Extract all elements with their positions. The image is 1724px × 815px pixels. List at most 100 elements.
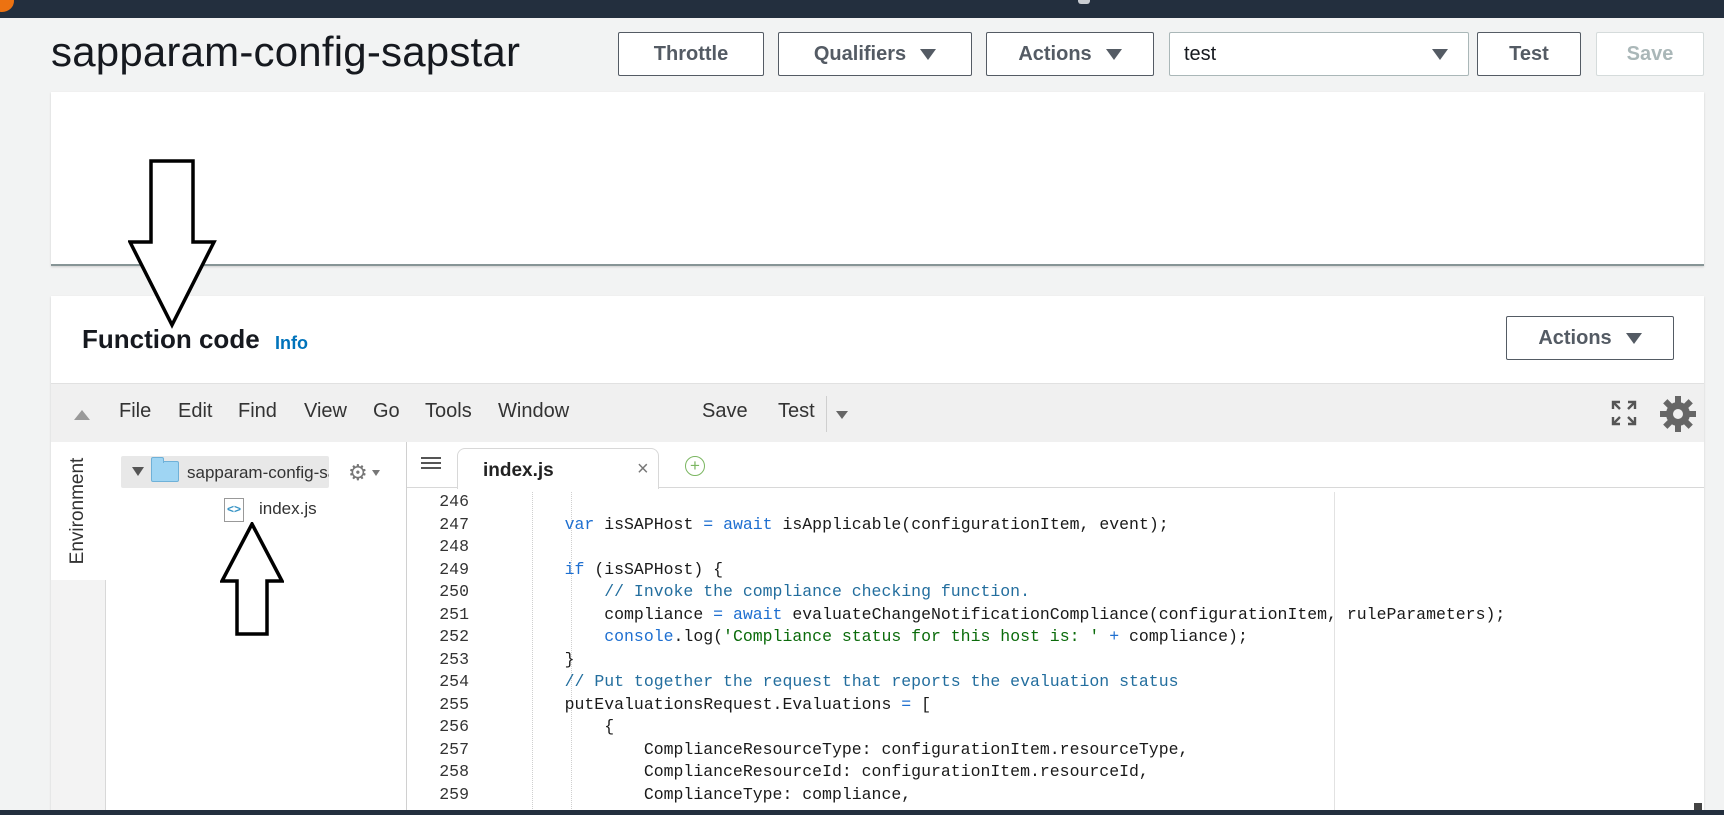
- collapse-up-icon[interactable]: [74, 410, 90, 420]
- code-text: console.log('Compliance status for this …: [604, 627, 1248, 646]
- code-text: ComplianceResourceType: configurationIte…: [525, 739, 1189, 759]
- environment-tab-label: Environment: [67, 457, 88, 565]
- code-line[interactable]: 259 ComplianceType: compliance,: [407, 785, 1697, 807]
- ide-menu-bar: File Edit Find View Go Tools Window Save…: [51, 383, 1704, 443]
- save-button[interactable]: Save: [1596, 32, 1704, 76]
- code-line[interactable]: 255 putEvaluationsRequest.Evaluations = …: [407, 695, 1697, 717]
- line-number: 247: [439, 514, 469, 534]
- menu-find[interactable]: Find: [238, 400, 277, 423]
- expand-caret-icon[interactable]: [132, 467, 144, 476]
- caret-down-icon: [1432, 49, 1448, 60]
- code-line[interactable]: 258 ComplianceResourceId: configurationI…: [407, 762, 1697, 784]
- folder-icon: [151, 457, 179, 482]
- code-line[interactable]: 251 compliance = await evaluateChangeNot…: [407, 605, 1697, 627]
- menu-view[interactable]: View: [304, 400, 347, 423]
- code-line[interactable]: 252 console.log('Compliance status for t…: [407, 627, 1697, 649]
- caret-down-icon: [1105, 48, 1122, 60]
- settings-gear-icon[interactable]: [1659, 395, 1697, 433]
- tab-index-js[interactable]: index.js ×: [457, 448, 659, 489]
- throttle-button[interactable]: Throttle: [618, 32, 764, 76]
- line-number: 252: [439, 627, 469, 646]
- test-event-select[interactable]: test: [1169, 32, 1469, 76]
- menu-window[interactable]: Window: [498, 400, 569, 423]
- environment-side-strip: Environment: [51, 442, 106, 815]
- line-number: 255: [439, 694, 469, 714]
- caret-down-icon: [1625, 332, 1642, 344]
- js-file-icon: <>: [224, 498, 244, 522]
- code-text: if (isSAPHost) {: [564, 559, 724, 579]
- annotation-arrow-up-icon: [220, 522, 284, 636]
- line-number: 256: [439, 717, 469, 736]
- line-number: 257: [439, 739, 469, 759]
- code-line[interactable]: 246: [407, 492, 1697, 514]
- line-number: 248: [439, 537, 469, 556]
- line-number: 249: [439, 559, 469, 579]
- line-number: 253: [439, 649, 469, 669]
- code-line[interactable]: 257 ComplianceResourceType: configuratio…: [407, 740, 1697, 762]
- function-code-actions-button[interactable]: Actions: [1506, 316, 1674, 360]
- code-area[interactable]: 246 247 var isSAPHost = await isApplicabl…: [407, 492, 1704, 815]
- close-icon[interactable]: ×: [637, 458, 649, 481]
- actions-dropdown-button[interactable]: Actions: [986, 32, 1154, 76]
- code-text: }: [525, 649, 575, 669]
- code-text: {: [525, 717, 615, 736]
- line-number: 259: [439, 784, 469, 804]
- line-number: 246: [439, 492, 469, 511]
- test-dropdown-caret-icon[interactable]: [836, 411, 848, 419]
- code-text: // Invoke the compliance checking functi…: [604, 582, 1030, 601]
- actions-label: Actions: [1018, 42, 1092, 65]
- tree-root-folder[interactable]: sapparam-config-sapstar: [121, 456, 329, 488]
- ide-test-button[interactable]: Test: [778, 400, 815, 423]
- code-line[interactable]: 250 // Invoke the compliance checking fu…: [407, 582, 1697, 604]
- throttle-button-label: Throttle: [653, 42, 729, 65]
- add-tab-icon[interactable]: +: [685, 456, 705, 476]
- annotation-arrow-down-icon: [128, 159, 217, 329]
- save-button-label: Save: [1626, 42, 1674, 65]
- code-editor[interactable]: index.js × + 246 247 var isSAPHost = awai…: [407, 442, 1704, 815]
- caret-down-icon: [920, 48, 937, 60]
- fullscreen-icon[interactable]: [1611, 400, 1637, 426]
- menu-tools[interactable]: Tools: [425, 400, 472, 423]
- bottom-bar: [0, 810, 1724, 815]
- ide-save-button[interactable]: Save: [702, 400, 748, 423]
- tree-settings-gear-icon[interactable]: ⚙: [348, 460, 368, 486]
- test-event-select-value: test: [1184, 42, 1217, 65]
- info-link[interactable]: Info: [275, 333, 308, 354]
- function-code-actions-label: Actions: [1538, 326, 1612, 349]
- code-text: var isSAPHost = await isApplicable(confi…: [564, 514, 1169, 534]
- code-line[interactable]: 256 {: [407, 717, 1697, 739]
- code-line[interactable]: 254 // Put together the request that rep…: [407, 672, 1697, 694]
- line-number: 258: [439, 762, 469, 781]
- environment-tab[interactable]: Environment: [51, 442, 106, 580]
- code-line[interactable]: 247 var isSAPHost = await isApplicable(c…: [407, 515, 1697, 537]
- tree-file-index-js[interactable]: index.js: [259, 499, 317, 519]
- qualifiers-label: Qualifiers: [813, 42, 907, 65]
- code-line[interactable]: 249 if (isSAPHost) {: [407, 560, 1697, 582]
- tab-list-icon[interactable]: [421, 454, 441, 470]
- qualifiers-dropdown-button[interactable]: Qualifiers: [778, 32, 972, 76]
- aws-top-nav-bar: [0, 0, 1724, 18]
- code-text: ComplianceType: compliance,: [525, 784, 912, 804]
- nav-indicator: [1078, 0, 1090, 4]
- line-number: 251: [439, 604, 469, 624]
- code-text: putEvaluationsRequest.Evaluations = [: [525, 694, 931, 714]
- code-text: ComplianceResourceId: configurationItem.…: [525, 762, 1149, 781]
- line-number: 254: [439, 672, 469, 691]
- line-number: 250: [439, 582, 469, 601]
- aws-logo-icon[interactable]: [0, 0, 14, 12]
- menu-edit[interactable]: Edit: [178, 400, 212, 423]
- menu-file[interactable]: File: [119, 400, 151, 423]
- test-button[interactable]: Test: [1477, 32, 1581, 76]
- designer-panel: [51, 92, 1704, 266]
- page-title: sapparam-config-sapstar: [51, 28, 521, 75]
- tab-label: index.js: [483, 460, 554, 481]
- code-text: // Put together the request that reports…: [564, 672, 1179, 691]
- code-line[interactable]: 253 }: [407, 650, 1697, 672]
- tree-settings-caret-icon[interactable]: [372, 470, 380, 476]
- tree-root-label: sapparam-config-sapstar: [187, 463, 329, 482]
- test-button-label: Test: [1509, 42, 1549, 65]
- code-text: compliance = await evaluateChangeNotific…: [525, 604, 1506, 624]
- code-line[interactable]: 248: [407, 537, 1697, 559]
- divider: [826, 396, 827, 432]
- menu-go[interactable]: Go: [373, 400, 400, 423]
